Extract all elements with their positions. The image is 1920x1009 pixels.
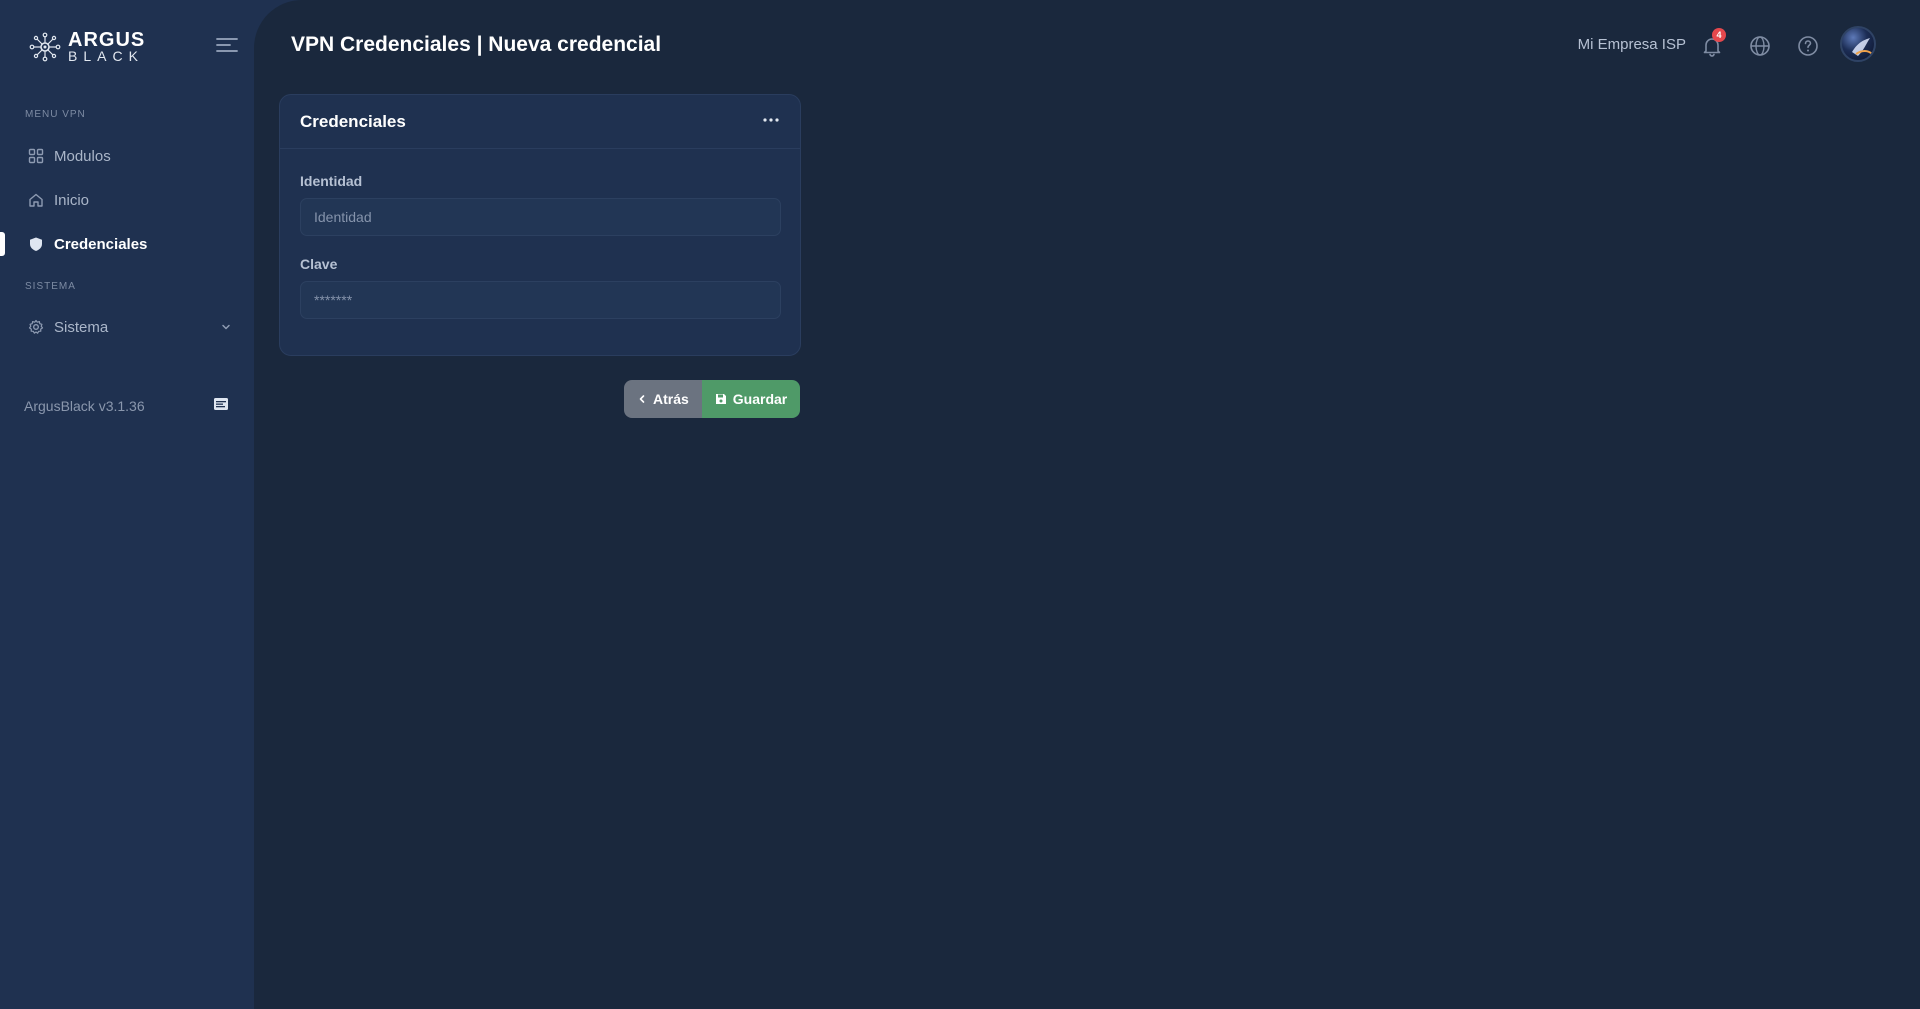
credentials-card: Credenciales Identidad Clave [279, 94, 801, 356]
company-name[interactable]: Mi Empresa ISP [1578, 36, 1686, 53]
menu-toggle-icon[interactable] [216, 36, 238, 54]
floppy-disk-icon [715, 394, 726, 404]
logo-icon [29, 32, 61, 61]
sidebar-item-label: Credenciales [54, 235, 148, 253]
sidebar-item-label: Sistema [54, 318, 109, 336]
app-root: ARGUS BLACK MENU VPN Modulos Inicio Cred… [0, 0, 1920, 1009]
brand-logo[interactable]: ARGUS BLACK [28, 30, 145, 63]
brand-name: ARGUS BLACK [68, 30, 145, 63]
globe-icon [1750, 36, 1770, 56]
sidebar-item-label: Modulos [54, 147, 111, 165]
back-button-label: Atrás [653, 391, 689, 407]
sidebar-item-sistema[interactable]: Sistema [0, 309, 254, 345]
main-content: VPN Credenciales | Nueva credencial Mi E… [254, 0, 1920, 1009]
identity-label: Identidad [300, 173, 363, 189]
sidebar: ARGUS BLACK MENU VPN Modulos Inicio Cred… [0, 0, 254, 1009]
card-title: Credenciales [300, 112, 406, 131]
more-options-icon[interactable] [762, 115, 780, 125]
brand-name-top: ARGUS [68, 29, 146, 51]
back-button[interactable]: Atrás [624, 380, 702, 418]
help-icon [1798, 36, 1818, 56]
app-version: ArgusBlack v3.1.36 [24, 398, 145, 414]
help-button[interactable] [1796, 34, 1820, 58]
form-actions: Atrás Guardar [624, 380, 801, 418]
changelog-icon[interactable] [213, 396, 229, 412]
sidebar-item-credenciales[interactable]: Credenciales [0, 226, 254, 262]
sidebar-item-inicio[interactable]: Inicio [0, 182, 254, 218]
identity-input[interactable] [300, 198, 781, 236]
avatar-image [1852, 38, 1873, 56]
save-button-label: Guardar [732, 391, 788, 407]
grid-icon [28, 148, 44, 164]
password-label: Clave [300, 256, 338, 272]
user-avatar[interactable] [1840, 26, 1876, 62]
brand-name-bottom: BLACK [68, 48, 144, 64]
home-icon [29, 193, 43, 207]
card-header: Credenciales [280, 95, 800, 149]
active-indicator [0, 232, 5, 256]
gear-icon [28, 319, 44, 334]
language-button[interactable] [1748, 34, 1772, 58]
notification-badge: 4 [1712, 28, 1726, 42]
page-title: VPN Credenciales | Nueva credencial [291, 33, 662, 56]
chevron-left-icon [639, 395, 645, 403]
notifications-button[interactable]: 4 [1700, 28, 1726, 58]
section-label-sistema: SISTEMA [25, 281, 76, 292]
sidebar-item-label: Inicio [54, 191, 90, 209]
chevron-down-icon [222, 324, 230, 330]
password-input[interactable] [300, 281, 781, 319]
sidebar-item-modulos[interactable]: Modulos [0, 138, 254, 174]
save-button[interactable]: Guardar [701, 380, 801, 418]
topbar-actions: Mi Empresa ISP 4 [1440, 24, 1920, 68]
section-label-vpn: MENU VPN [25, 109, 86, 120]
shield-icon [30, 237, 42, 251]
